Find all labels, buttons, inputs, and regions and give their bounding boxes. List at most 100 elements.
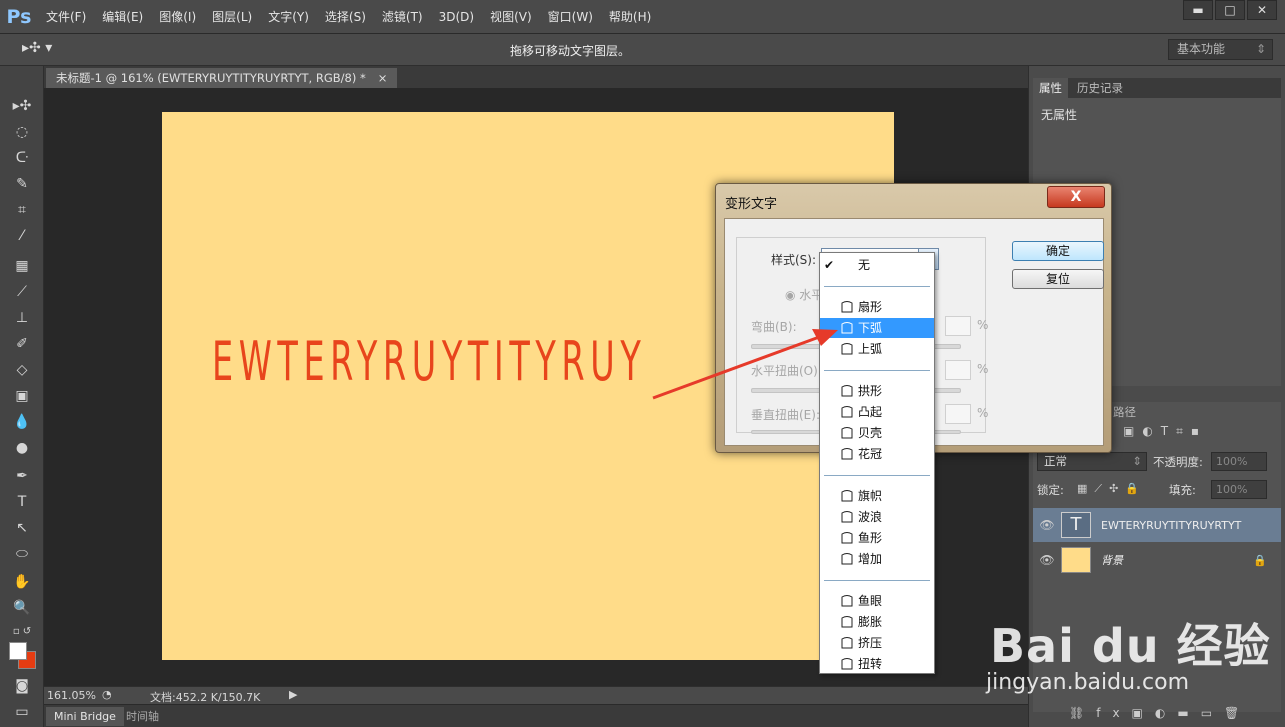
gradient-tool-icon[interactable]: ▣ bbox=[10, 386, 34, 406]
dropdown-item-arch[interactable]: 拱形 bbox=[820, 381, 934, 401]
quick-mask-icon[interactable]: ◙ bbox=[10, 676, 34, 696]
dropdown-item-arc-lower[interactable]: 下弧 bbox=[820, 318, 934, 338]
layers-footer-icons: ⛓fx▣◐▬▭🗑 bbox=[1069, 706, 1252, 720]
pen-tool-icon[interactable]: ✒ bbox=[10, 466, 34, 486]
menu-3d[interactable]: 3D(D) bbox=[431, 0, 482, 34]
dropdown-item-label: 拱形 bbox=[858, 384, 883, 398]
ok-button[interactable]: 确定 bbox=[1012, 241, 1104, 261]
layer-filter-icons: ▣◐T⌗▪ bbox=[1123, 424, 1208, 438]
dropdown-item-label: 波浪 bbox=[858, 510, 883, 524]
zoom-tool-icon[interactable]: 🔍 bbox=[10, 598, 34, 618]
brush-tool-icon[interactable]: ⟋ bbox=[10, 282, 34, 302]
dropdown-item-label: 扇形 bbox=[858, 300, 883, 314]
type-tool-icon[interactable]: T bbox=[10, 492, 34, 512]
eye-icon[interactable]: 👁 bbox=[1033, 553, 1061, 567]
lock-icons[interactable]: ▦⟋✣🔒 bbox=[1077, 482, 1146, 496]
dropdown-item-flag[interactable]: 旗帜 bbox=[820, 486, 934, 506]
blend-mode-select[interactable]: 正常 ⇕ bbox=[1037, 452, 1147, 471]
blur-tool-icon[interactable]: 💧 bbox=[10, 412, 34, 432]
foreground-color-swatch[interactable] bbox=[9, 642, 27, 660]
zoom-level[interactable]: 161.05% bbox=[47, 689, 96, 702]
lasso-tool-icon[interactable]: ᑢ bbox=[10, 148, 34, 168]
status-menu-icon[interactable]: ◔ bbox=[102, 688, 112, 701]
shell-icon bbox=[840, 426, 854, 440]
hand-tool-icon[interactable]: ✋ bbox=[10, 572, 34, 592]
menu-window[interactable]: 窗口(W) bbox=[540, 0, 601, 34]
path-select-tool-icon[interactable]: ↖ bbox=[10, 518, 34, 538]
menu-file[interactable]: 文件(F) bbox=[38, 0, 94, 34]
dropdown-item-fish[interactable]: 鱼形 bbox=[820, 528, 934, 548]
v-distort-input[interactable] bbox=[945, 404, 971, 424]
document-tab[interactable]: 未标题-1 @ 161% (EWTERYRUYTITYRUYRTYT, RGB/… bbox=[46, 68, 398, 88]
dropdown-item-none[interactable]: ✔ 无 bbox=[820, 255, 934, 275]
screen-mode-icon[interactable]: ▭ bbox=[10, 702, 34, 722]
lock-icon: 🔒 bbox=[1253, 553, 1267, 567]
reset-button[interactable]: 复位 bbox=[1012, 269, 1104, 289]
menu-type[interactable]: 文字(Y) bbox=[260, 0, 317, 34]
h-distort-input[interactable] bbox=[945, 360, 971, 380]
dropdown-item-shell[interactable]: 贝壳 bbox=[820, 423, 934, 443]
dodge-tool-icon[interactable]: ● bbox=[10, 438, 34, 458]
canvas-text-layer[interactable]: EWTERYRUYTITYRUY bbox=[212, 330, 646, 393]
blend-mode-label: 正常 bbox=[1044, 454, 1067, 468]
menu-help[interactable]: 帮助(H) bbox=[601, 0, 659, 34]
menu-select[interactable]: 选择(S) bbox=[317, 0, 374, 34]
menu-image[interactable]: 图像(I) bbox=[151, 0, 204, 34]
crop-tool-icon[interactable]: ⌗ bbox=[10, 200, 34, 220]
menu-layer[interactable]: 图层(L) bbox=[204, 0, 260, 34]
text-layer-thumb: T bbox=[1061, 512, 1091, 538]
swap-colors-icon[interactable]: ▫ ↺ bbox=[10, 622, 34, 642]
eye-icon[interactable]: 👁 bbox=[1033, 518, 1061, 532]
dropdown-item-inflate[interactable]: 膨胀 bbox=[820, 612, 934, 632]
status-expand-icon[interactable]: ▶ bbox=[289, 688, 297, 701]
fill-input[interactable]: 100% bbox=[1211, 480, 1267, 499]
menu-view[interactable]: 视图(V) bbox=[482, 0, 540, 34]
dropdown-item-label: 下弧 bbox=[858, 321, 883, 335]
history-brush-tool-icon[interactable]: ✐ bbox=[10, 334, 34, 354]
dialog-close-button[interactable]: X bbox=[1047, 186, 1105, 208]
dropdown-item-bulge[interactable]: 凸起 bbox=[820, 402, 934, 422]
arch-icon bbox=[840, 384, 854, 398]
menu-edit[interactable]: 编辑(E) bbox=[94, 0, 151, 34]
minimize-button[interactable]: ▬ bbox=[1183, 0, 1213, 20]
move-tool-icon[interactable]: ▸✣ bbox=[10, 96, 34, 116]
dropdown-item-wave[interactable]: 波浪 bbox=[820, 507, 934, 527]
dropdown-item-label: 鱼眼 bbox=[858, 594, 883, 608]
tab-mini-bridge[interactable]: Mini Bridge bbox=[46, 707, 124, 726]
tab-timeline[interactable]: 时间轴 bbox=[118, 707, 167, 726]
dropdown-item-rise[interactable]: 增加 bbox=[820, 549, 934, 569]
bend-input[interactable] bbox=[945, 316, 971, 336]
menu-filter[interactable]: 滤镜(T) bbox=[374, 0, 431, 34]
dropdown-item-fan[interactable]: 扇形 bbox=[820, 297, 934, 317]
layer-row-text[interactable]: 👁 T EWTERYRUYTITYRUYRTYT bbox=[1033, 508, 1281, 542]
shape-tool-icon[interactable]: ⬭ bbox=[10, 544, 34, 564]
layer-row-background[interactable]: 👁 背景 🔒 bbox=[1033, 543, 1281, 577]
dropdown-separator bbox=[824, 286, 930, 287]
healing-brush-tool-icon[interactable]: ▦ bbox=[10, 256, 34, 276]
eyedropper-tool-icon[interactable]: ⁄ bbox=[10, 226, 34, 246]
dropdown-item-arc-upper[interactable]: 上弧 bbox=[820, 339, 934, 359]
window-close-button[interactable]: ✕ bbox=[1247, 0, 1277, 20]
marquee-tool-icon[interactable]: ◌ bbox=[10, 122, 34, 142]
dropdown-item-twist[interactable]: 扭转 bbox=[820, 654, 934, 674]
eraser-tool-icon[interactable]: ◇ bbox=[10, 360, 34, 380]
dropdown-item-label: 贝壳 bbox=[858, 426, 883, 440]
horizontal-radio[interactable]: ◉ 水平 bbox=[785, 286, 823, 303]
tab-paths[interactable]: 路径 bbox=[1113, 404, 1136, 420]
tab-close-icon[interactable]: × bbox=[378, 68, 388, 88]
tab-properties[interactable]: 属性 bbox=[1033, 78, 1068, 98]
dropdown-item-label: 膨胀 bbox=[858, 615, 883, 629]
quick-select-tool-icon[interactable]: ✎ bbox=[10, 174, 34, 194]
window-controls: ▬ □ ✕ bbox=[1183, 0, 1277, 20]
tab-history[interactable]: 历史记录 bbox=[1071, 78, 1129, 98]
dropdown-item-squeeze[interactable]: 挤压 bbox=[820, 633, 934, 653]
maximize-button[interactable]: □ bbox=[1215, 0, 1245, 20]
dropdown-item-fisheye[interactable]: 鱼眼 bbox=[820, 591, 934, 611]
workspace-select[interactable]: 基本功能 ⇕ bbox=[1168, 39, 1273, 60]
dropdown-item-flower[interactable]: 花冠 bbox=[820, 444, 934, 464]
opacity-input[interactable]: 100% bbox=[1211, 452, 1267, 471]
layer-name: 背景 bbox=[1101, 554, 1123, 567]
stamp-tool-icon[interactable]: ⊥ bbox=[10, 308, 34, 328]
fan-icon bbox=[840, 300, 854, 314]
dropdown-item-label: 无 bbox=[858, 258, 871, 272]
